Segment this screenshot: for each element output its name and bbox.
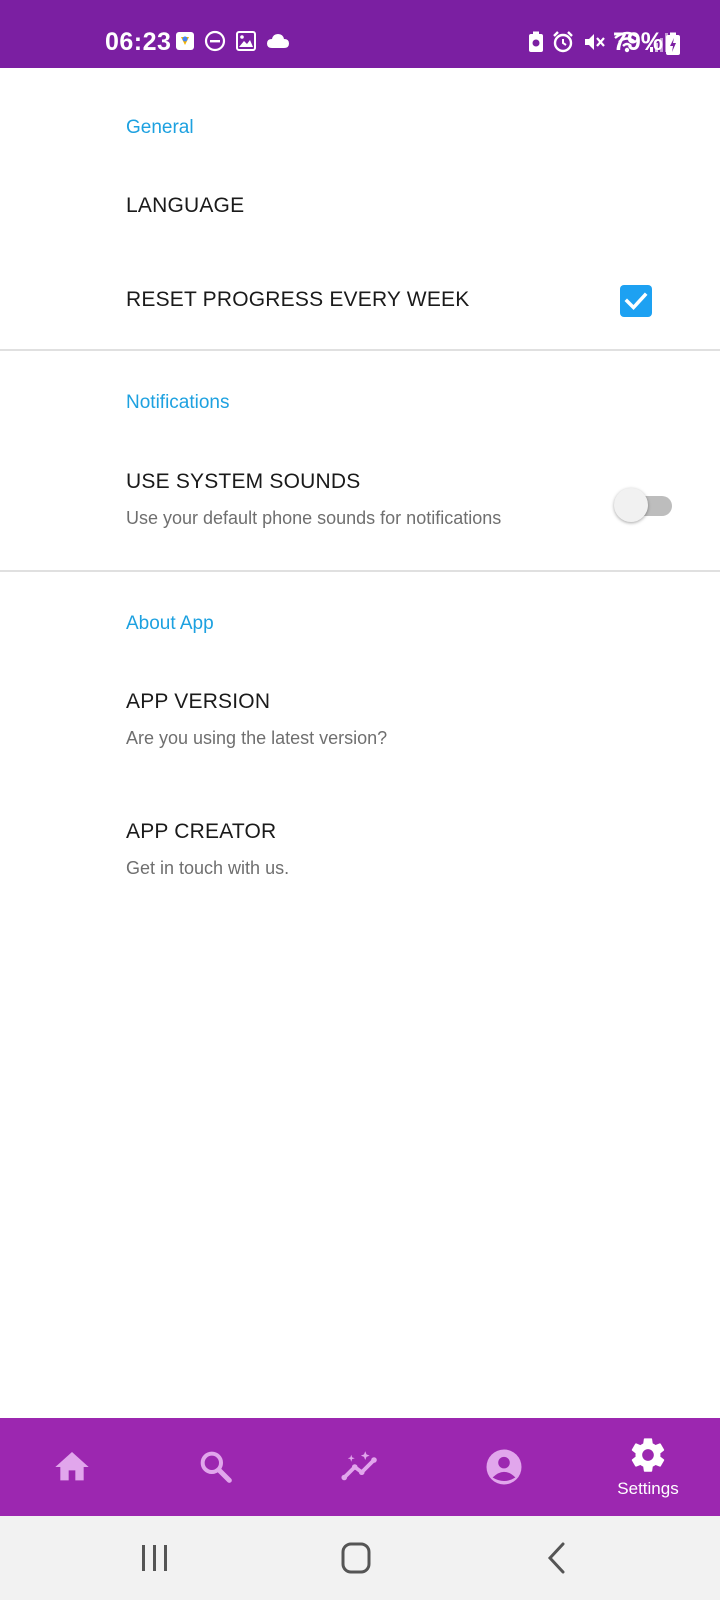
mute-icon (582, 30, 606, 59)
system-sounds-subtitle: Use your default phone sounds for notifi… (126, 508, 502, 528)
system-sounds-setting[interactable]: USE SYSTEM SOUNDS Use your default phone… (0, 448, 720, 548)
settings-list: General LANGUAGE RESET PROGRESS EVERY WE… (0, 68, 720, 1418)
cloud-icon (266, 32, 290, 55)
status-bar: 06:23 79% (0, 0, 720, 68)
nav-search[interactable] (144, 1418, 288, 1516)
battery-saver-icon (528, 31, 544, 58)
app-creator-title: APP CREATOR (126, 820, 277, 843)
bottom-nav: Settings (0, 1418, 720, 1516)
home-button[interactable] (326, 1530, 386, 1586)
divider (0, 349, 720, 351)
reset-progress-title: RESET PROGRESS EVERY WEEK (126, 288, 470, 311)
battery-percent: 79% (613, 28, 664, 56)
app-creator-setting[interactable]: APP CREATOR Get in touch with us. (0, 798, 720, 898)
system-sounds-title: USE SYSTEM SOUNDS (126, 470, 361, 493)
checkmark-icon (624, 292, 648, 311)
reset-progress-checkbox[interactable] (620, 285, 652, 317)
section-title-general: General (126, 117, 194, 138)
reset-progress-setting[interactable]: RESET PROGRESS EVERY WEEK (0, 258, 720, 342)
language-setting[interactable]: LANGUAGE (0, 168, 720, 248)
divider (0, 570, 720, 572)
battery-charging-icon (665, 32, 681, 61)
settings-icon (631, 1438, 665, 1472)
section-title-notifications: Notifications (126, 392, 230, 413)
dnd-icon (204, 30, 226, 57)
toggle-thumb (614, 488, 648, 522)
image-icon (235, 30, 257, 57)
nav-home[interactable] (0, 1418, 144, 1516)
insights-icon (341, 1451, 377, 1481)
back-icon (547, 1542, 565, 1574)
back-button[interactable] (528, 1530, 588, 1586)
nav-insights[interactable] (288, 1418, 432, 1516)
system-sounds-toggle[interactable] (614, 488, 674, 524)
app-version-subtitle: Are you using the latest version? (126, 728, 388, 748)
gallery-app-icon (175, 31, 195, 56)
recent-apps-icon (142, 1545, 167, 1571)
app-version-setting[interactable]: APP VERSION Are you using the latest ver… (0, 668, 720, 768)
nav-account[interactable] (432, 1418, 576, 1516)
system-nav-bar (0, 1516, 720, 1600)
language-title: LANGUAGE (126, 194, 245, 217)
account-icon (486, 1449, 522, 1485)
app-creator-subtitle: Get in touch with us. (126, 858, 290, 878)
recent-apps-button[interactable] (125, 1530, 185, 1586)
section-title-about: About App (126, 613, 214, 634)
status-time: 06:23 (105, 28, 172, 56)
search-icon (200, 1451, 232, 1483)
app-version-title: APP VERSION (126, 690, 271, 713)
nav-settings[interactable]: Settings (576, 1418, 720, 1516)
nav-settings-label: Settings (617, 1479, 679, 1498)
home-icon (55, 1452, 89, 1481)
alarm-icon (551, 30, 575, 59)
home-circle-icon (341, 1542, 371, 1574)
status-left-icons (175, 30, 290, 57)
